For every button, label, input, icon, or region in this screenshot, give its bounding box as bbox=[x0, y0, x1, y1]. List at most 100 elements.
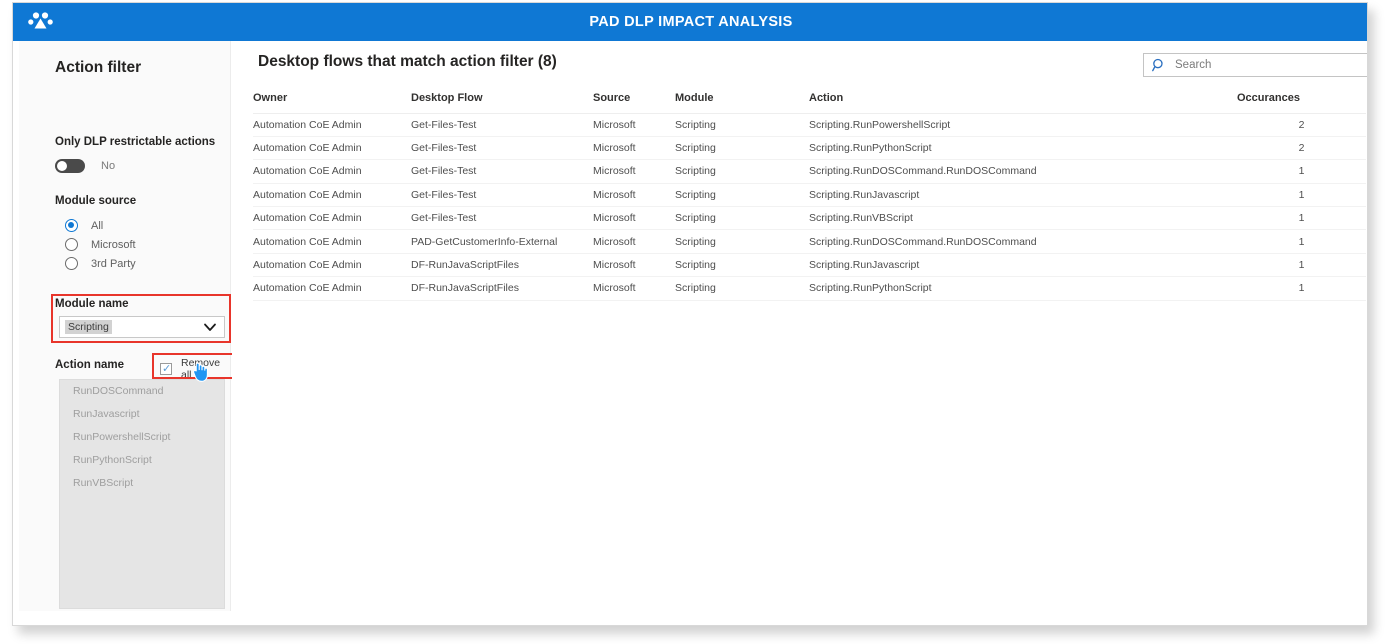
table-header-row: Owner Desktop Flow Source Module Action … bbox=[253, 91, 1366, 114]
cell-source: Microsoft bbox=[593, 183, 675, 208]
cell-module: Scripting bbox=[675, 253, 809, 278]
radio-icon-3rd-party[interactable] bbox=[65, 257, 78, 270]
radio-option-3rd-party[interactable]: 3rd Party bbox=[65, 255, 136, 272]
dlp-restrictable-toggle[interactable]: No bbox=[55, 159, 115, 173]
cell-source: Microsoft bbox=[593, 159, 675, 184]
cell-action: Scripting.RunPowershellScript bbox=[809, 113, 1237, 137]
search-icon bbox=[1152, 58, 1166, 72]
radio-icon-all[interactable] bbox=[65, 219, 78, 232]
toggle-knob bbox=[57, 161, 67, 171]
radio-icon-microsoft[interactable] bbox=[65, 238, 78, 251]
cell-occurances: 2 bbox=[1237, 113, 1366, 137]
cell-action: Scripting.RunVBScript bbox=[809, 206, 1237, 231]
cell-owner[interactable]: Automation CoE Admin bbox=[253, 136, 411, 161]
cell-owner[interactable]: Automation CoE Admin bbox=[253, 206, 411, 231]
app-header: PAD DLP IMPACT ANALYSIS bbox=[13, 3, 1367, 41]
cell-owner[interactable]: Automation CoE Admin bbox=[253, 159, 411, 184]
module-source-label: Module source bbox=[55, 195, 137, 207]
page-title: PAD DLP IMPACT ANALYSIS bbox=[589, 14, 793, 30]
cell-action: Scripting.RunDOSCommand.RunDOSCommand bbox=[809, 229, 1237, 254]
cell-occurances: 2 bbox=[1237, 136, 1366, 161]
cell-module: Scripting bbox=[675, 206, 809, 231]
cell-owner[interactable]: Automation CoE Admin bbox=[253, 253, 411, 278]
radio-label-all: All bbox=[91, 219, 104, 232]
cell-desktop-flow[interactable]: PAD-GetCustomerInfo-External bbox=[411, 229, 593, 254]
column-header-owner[interactable]: Owner bbox=[253, 91, 411, 114]
cell-module: Scripting bbox=[675, 136, 809, 161]
cell-owner[interactable]: Automation CoE Admin bbox=[253, 276, 411, 301]
table-row[interactable]: Automation CoE Admin Get-Files-Test Micr… bbox=[253, 159, 1366, 184]
column-header-desktop-flow[interactable]: Desktop Flow bbox=[411, 91, 593, 114]
cell-owner[interactable]: Automation CoE Admin bbox=[253, 183, 411, 208]
module-name-label: Module name bbox=[55, 298, 129, 310]
cell-source: Microsoft bbox=[593, 229, 675, 254]
radio-label-3rd-party: 3rd Party bbox=[91, 257, 136, 270]
cell-desktop-flow[interactable]: Get-Files-Test bbox=[411, 159, 593, 184]
column-header-source[interactable]: Source bbox=[593, 91, 675, 114]
cell-desktop-flow[interactable]: Get-Files-Test bbox=[411, 113, 593, 137]
table-row[interactable]: Automation CoE Admin Get-Files-Test Micr… bbox=[253, 206, 1366, 231]
cell-action: Scripting.RunPythonScript bbox=[809, 136, 1237, 161]
table-row[interactable]: Automation CoE Admin DF-RunJavaScriptFil… bbox=[253, 253, 1366, 278]
cell-source: Microsoft bbox=[593, 206, 675, 231]
app-body: Action filter Only DLP restrictable acti… bbox=[13, 41, 1367, 625]
table-row[interactable]: Automation CoE Admin Get-Files-Test Micr… bbox=[253, 183, 1366, 208]
list-item[interactable]: RunVBScript bbox=[60, 472, 224, 495]
table-row[interactable]: Automation CoE Admin Get-Files-Test Micr… bbox=[253, 136, 1366, 161]
sidebar-heading: Action filter bbox=[55, 59, 142, 76]
cell-owner[interactable]: Automation CoE Admin bbox=[253, 113, 411, 137]
cell-desktop-flow[interactable]: Get-Files-Test bbox=[411, 136, 593, 161]
toggle-value-label: No bbox=[101, 160, 116, 172]
cell-module: Scripting bbox=[675, 276, 809, 301]
app-window: PAD DLP IMPACT ANALYSIS Action filter On… bbox=[12, 2, 1368, 626]
action-name-label: Action name bbox=[55, 359, 125, 371]
search-input[interactable]: Search bbox=[1143, 53, 1367, 77]
list-item[interactable]: RunDOSCommand bbox=[60, 380, 224, 403]
cell-desktop-flow[interactable]: Get-Files-Test bbox=[411, 206, 593, 231]
cell-action: Scripting.RunDOSCommand.RunDOSCommand bbox=[809, 159, 1237, 184]
column-header-module[interactable]: Module bbox=[675, 91, 809, 114]
checkbox-icon[interactable]: ✓ bbox=[160, 363, 172, 375]
hand-pointer-cursor bbox=[191, 361, 209, 383]
table-body: Automation CoE Admin Get-Files-Test Micr… bbox=[253, 113, 1366, 301]
table-row[interactable]: Automation CoE Admin DF-RunJavaScriptFil… bbox=[253, 276, 1366, 301]
cell-module: Scripting bbox=[675, 159, 809, 184]
cell-source: Microsoft bbox=[593, 136, 675, 161]
list-item[interactable]: RunPythonScript bbox=[60, 449, 224, 472]
module-name-selected-value: Scripting bbox=[65, 320, 112, 334]
chevron-down-icon[interactable] bbox=[202, 319, 218, 335]
cell-desktop-flow[interactable]: DF-RunJavaScriptFiles bbox=[411, 276, 593, 301]
dlp-restrictable-label: Only DLP restrictable actions bbox=[55, 136, 216, 148]
cell-action: Scripting.RunJavascript bbox=[809, 253, 1237, 278]
radio-dot bbox=[68, 222, 75, 229]
radio-option-microsoft[interactable]: Microsoft bbox=[65, 236, 136, 253]
module-source-radio-group: All Microsoft 3rd Party bbox=[65, 217, 136, 274]
checkmark-icon: ✓ bbox=[162, 363, 172, 375]
list-item[interactable]: RunPowershellScript bbox=[60, 426, 224, 449]
paw-cluster-icon bbox=[26, 8, 56, 36]
module-name-dropdown[interactable]: Scripting bbox=[59, 316, 225, 338]
cell-action: Scripting.RunJavascript bbox=[809, 183, 1237, 208]
cell-occurances: 1 bbox=[1237, 253, 1366, 278]
column-header-occurances[interactable]: Occurances bbox=[1237, 91, 1366, 114]
cell-source: Microsoft bbox=[593, 113, 675, 137]
action-filter-sidebar: Action filter Only DLP restrictable acti… bbox=[19, 41, 244, 611]
table-row[interactable]: Automation CoE Admin PAD-GetCustomerInfo… bbox=[253, 229, 1366, 254]
action-name-listbox[interactable]: RunDOSCommand RunJavascript RunPowershel… bbox=[59, 379, 225, 609]
table-row[interactable]: Automation CoE Admin Get-Files-Test Micr… bbox=[253, 113, 1366, 137]
cell-owner[interactable]: Automation CoE Admin bbox=[253, 229, 411, 254]
toggle-track[interactable] bbox=[55, 159, 85, 173]
cell-module: Scripting bbox=[675, 229, 809, 254]
cell-occurances: 1 bbox=[1237, 159, 1366, 184]
cell-action: Scripting.RunPythonScript bbox=[809, 276, 1237, 301]
radio-label-microsoft: Microsoft bbox=[91, 238, 136, 251]
desktop-flows-table: Owner Desktop Flow Source Module Action … bbox=[253, 91, 1366, 301]
list-item[interactable]: RunJavascript bbox=[60, 403, 224, 426]
cell-module: Scripting bbox=[675, 113, 809, 137]
cell-occurances: 1 bbox=[1237, 229, 1366, 254]
radio-option-all[interactable]: All bbox=[65, 217, 136, 234]
column-header-action[interactable]: Action bbox=[809, 91, 1237, 114]
results-heading: Desktop flows that match action filter (… bbox=[258, 53, 557, 70]
cell-desktop-flow[interactable]: Get-Files-Test bbox=[411, 183, 593, 208]
cell-desktop-flow[interactable]: DF-RunJavaScriptFiles bbox=[411, 253, 593, 278]
